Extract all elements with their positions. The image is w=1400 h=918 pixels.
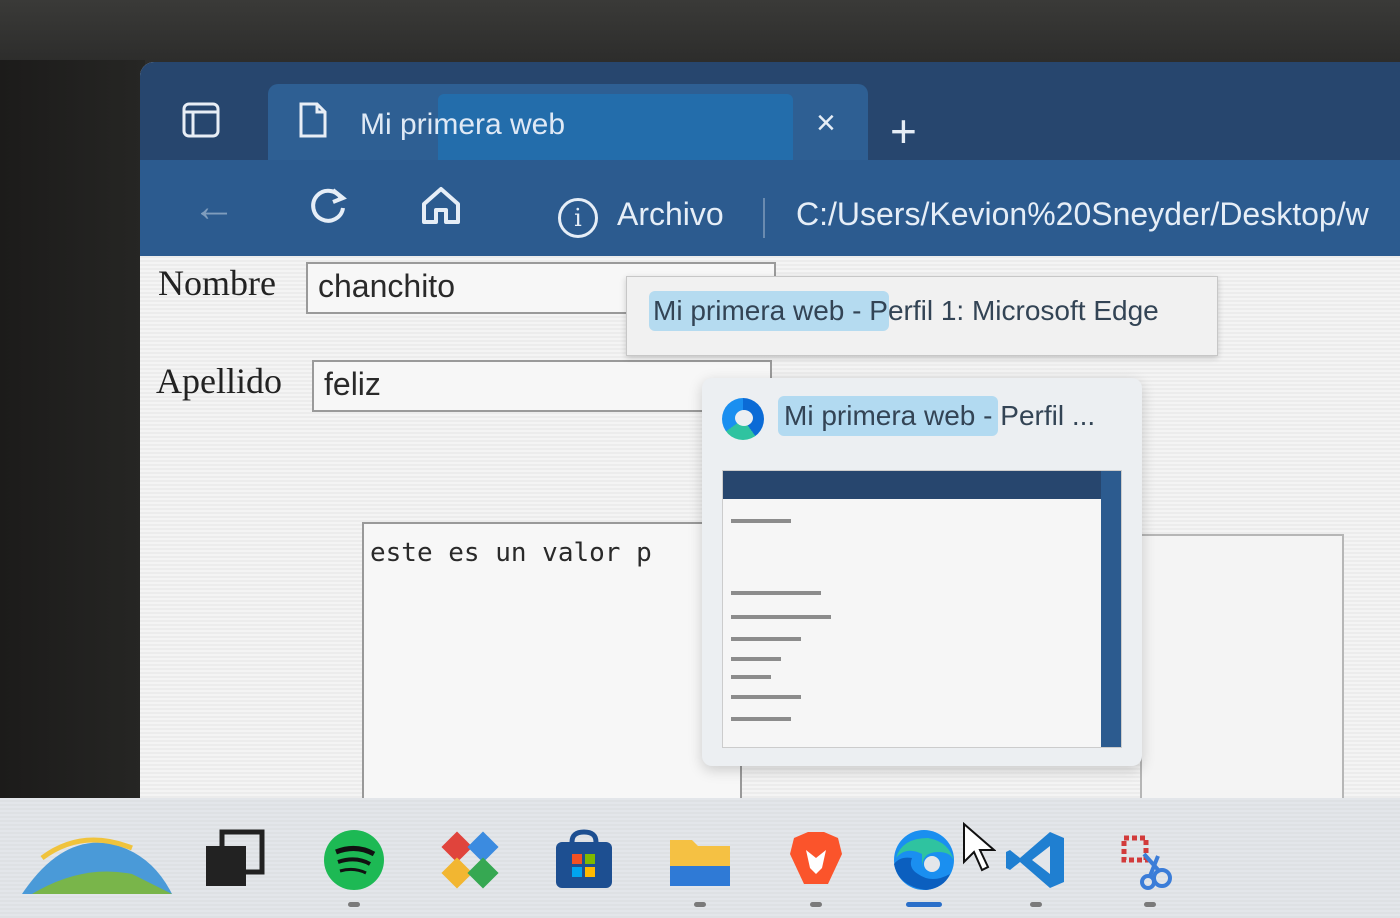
brave-icon[interactable] — [784, 828, 848, 892]
thumbnail-line — [731, 519, 791, 523]
window-tooltip: Mi primera web - Perfil 1: Microsoft Edg… — [626, 276, 1218, 356]
apellido-label: Apellido — [156, 361, 282, 401]
task-view-icon[interactable] — [202, 828, 266, 892]
mouse-pointer-icon — [963, 822, 996, 872]
snipping-tool-icon[interactable] — [1118, 828, 1182, 892]
tab-actions-icon — [182, 102, 220, 138]
thumbnail-line — [731, 637, 801, 641]
weather-widget-icon[interactable] — [22, 824, 172, 904]
preview-title: Mi primera web - Perfil ... — [784, 400, 1096, 431]
browser-toolbar: ← i Archivo C:/Users/Kevion%20Sneyder/De… — [140, 160, 1400, 256]
info-icon[interactable]: i — [558, 198, 598, 238]
back-arrow-icon[interactable]: ← — [192, 182, 236, 232]
edge-icon — [722, 398, 764, 440]
refresh-icon[interactable] — [305, 182, 351, 228]
taskbar-running-indicator — [1144, 902, 1156, 907]
tab-actions-button[interactable] — [180, 98, 224, 142]
thumbnail-line — [731, 717, 791, 721]
taskbar-active-indicator — [906, 902, 942, 907]
new-tab-button[interactable]: + — [890, 108, 917, 154]
address-scheme-label: Archivo — [617, 196, 724, 232]
thumbnail-line — [731, 591, 821, 595]
screen-bezel-top — [0, 0, 1400, 70]
microsoft-store-icon[interactable] — [552, 828, 616, 892]
file-explorer-icon[interactable] — [668, 828, 732, 892]
taskbar-window-preview[interactable]: Mi primera web - Perfil ... — [702, 378, 1142, 766]
tab-strip: Mi primera web × + — [140, 62, 1400, 184]
screen-bezel-left — [0, 60, 145, 800]
thumbnail-line — [731, 675, 771, 679]
vscode-icon[interactable] — [1004, 828, 1068, 892]
home-icon[interactable] — [418, 182, 464, 228]
tooltip-text: Mi primera web - Perfil 1: Microsoft Edg… — [653, 295, 1159, 326]
spotify-icon[interactable] — [322, 828, 386, 892]
thumbnail-line — [731, 695, 801, 699]
taskbar-running-indicator — [1030, 902, 1042, 907]
content-box — [1140, 534, 1344, 802]
address-bar[interactable]: C:/Users/Kevion%20Sneyder/Desktop/w — [796, 196, 1369, 233]
tab-title: Mi primera web — [360, 108, 566, 141]
nombre-label: Nombre — [158, 263, 276, 303]
preview-thumbnail[interactable] — [722, 470, 1122, 748]
edge-icon[interactable] — [892, 828, 956, 892]
thumbnail-sidebar — [1101, 471, 1121, 747]
thumbnail-line — [731, 657, 781, 661]
taskbar-running-indicator — [694, 902, 706, 907]
close-tab-icon[interactable]: × — [816, 104, 836, 143]
taskbar-running-indicator — [810, 902, 822, 907]
thumbnail-tab-strip — [723, 471, 1121, 499]
app-icon[interactable] — [438, 828, 502, 892]
taskbar-running-indicator — [348, 902, 360, 907]
message-textarea[interactable]: este es un valor p — [362, 522, 742, 802]
thumbnail-line — [731, 615, 831, 619]
address-separator — [763, 198, 765, 238]
tab-mi-primera-web[interactable]: Mi primera web × — [268, 84, 868, 184]
page-icon — [299, 102, 327, 138]
taskbar — [0, 798, 1400, 918]
